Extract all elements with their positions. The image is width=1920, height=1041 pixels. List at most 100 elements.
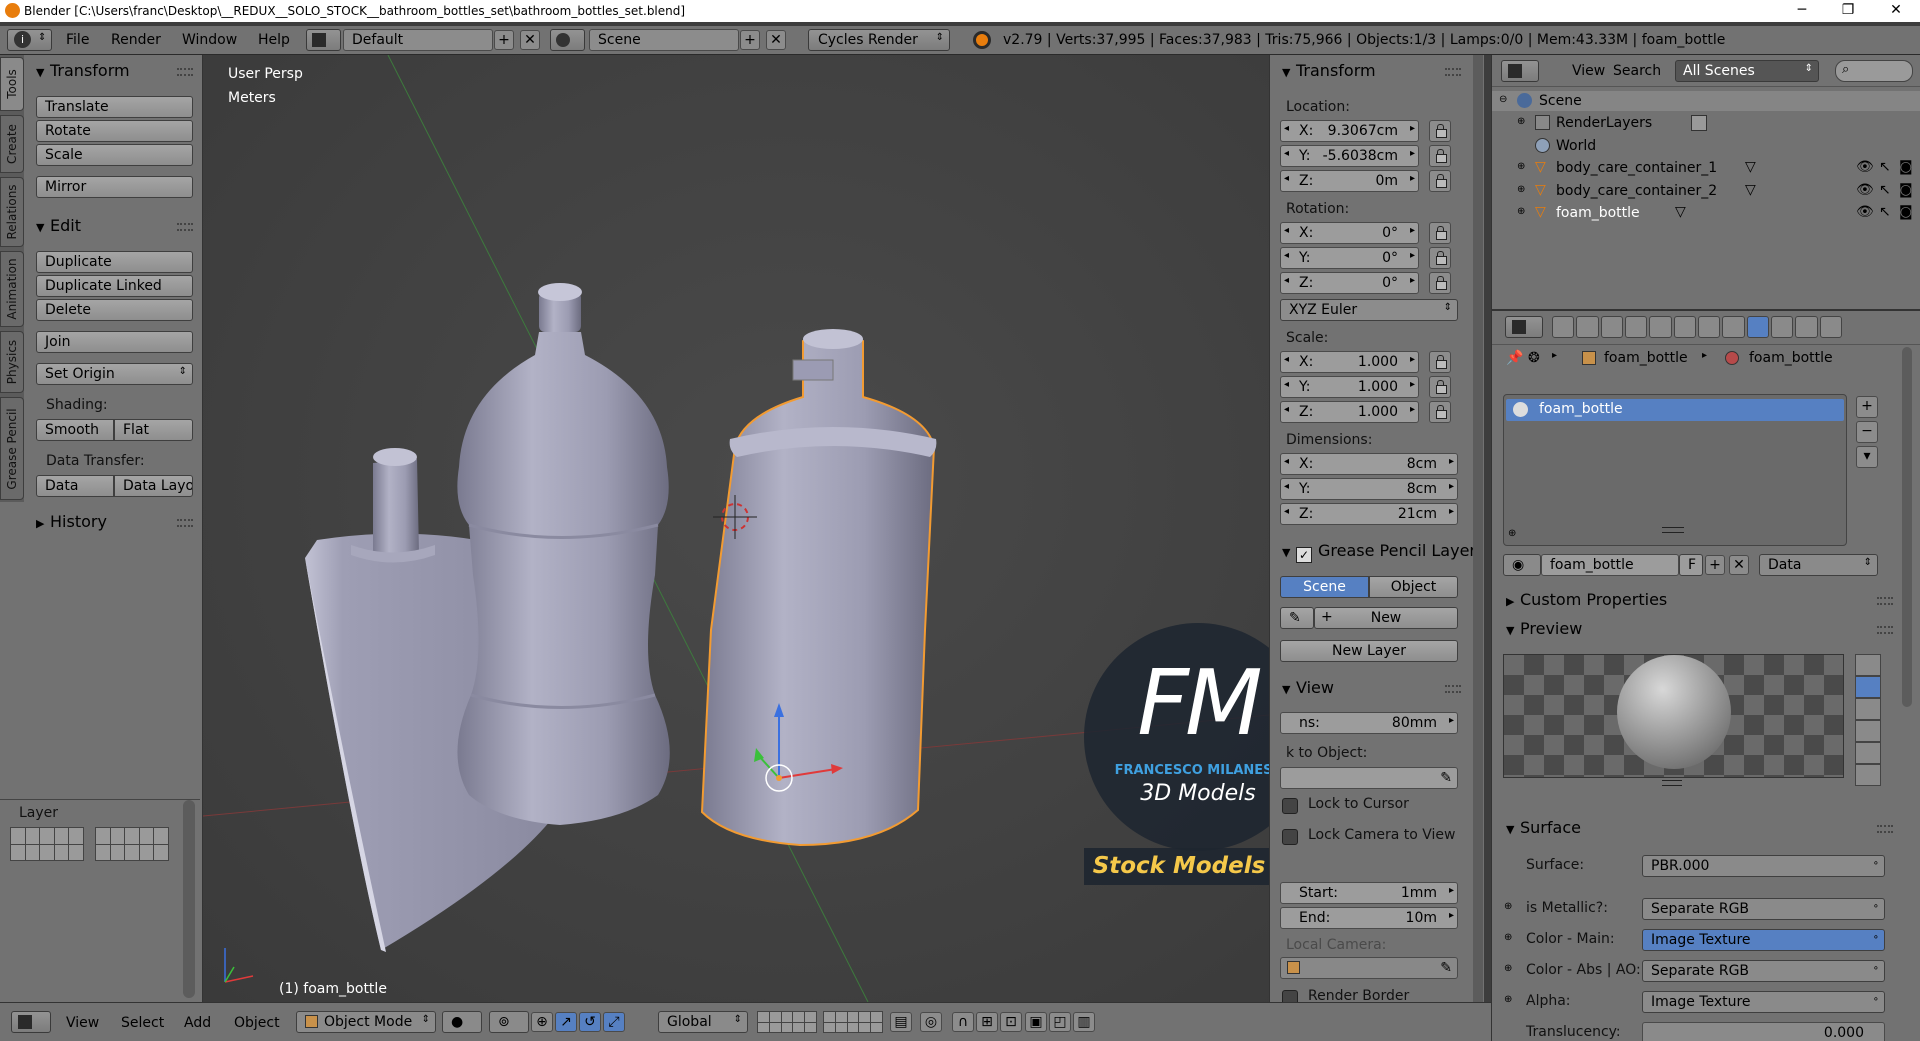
scrollbar[interactable] [1902, 347, 1912, 707]
clip-end-field[interactable]: End: 10m ▸ [1280, 907, 1458, 929]
dimension-y-field[interactable]: ◂ Y: 8cm ▸ [1280, 478, 1458, 500]
expand-toggle-icon[interactable]: ⊕ [1504, 901, 1512, 912]
visibility-eye-icon[interactable]: 👁 [1856, 204, 1874, 220]
add-slot-icon[interactable]: + [1856, 396, 1878, 418]
lock-icon[interactable] [1429, 247, 1451, 269]
tab-physics[interactable]: Physics [0, 331, 24, 393]
preview-hair-icon[interactable] [1855, 742, 1881, 764]
gp-pencil-select[interactable]: ✎ [1280, 607, 1314, 629]
smooth-button[interactable]: Smooth [36, 419, 114, 441]
add-layout-icon[interactable]: + [494, 30, 514, 50]
tab-relations[interactable]: Relations [0, 177, 24, 247]
rotation-mode-select[interactable]: XYZ Euler ⇕ [1280, 299, 1458, 321]
input-link-field[interactable]: Separate RGB ∘ [1642, 898, 1885, 920]
expand-toggle-icon[interactable]: ⊕ [1504, 963, 1512, 974]
menu-window[interactable]: Window [182, 32, 237, 48]
expand-toggle-icon[interactable]: ⊕ [1504, 994, 1512, 1005]
outliner-row-container-2[interactable]: ⊕ ▽ body_care_container_2 ▽ 👁 ↖ ◙ [1492, 181, 1920, 201]
render-camera-icon[interactable]: ◙ [1899, 159, 1913, 175]
mirror-button[interactable]: Mirror [36, 176, 193, 198]
layers-left-group[interactable] [757, 1011, 817, 1033]
3d-viewport[interactable]: User Persp Meters (1) foam_bottle FM FRA… [203, 55, 1269, 1002]
menu-select[interactable]: Select [121, 1015, 164, 1031]
drag-grip-icon[interactable] [177, 223, 193, 231]
pin-icon[interactable]: 📌 [1506, 350, 1523, 366]
duplicate-linked-button[interactable]: Duplicate Linked [36, 275, 193, 297]
input-link-field[interactable]: Image Texture ∘ [1642, 991, 1885, 1013]
lock-icon[interactable] [1429, 376, 1451, 398]
body-care-container-2-mesh[interactable] [457, 283, 670, 825]
remove-scene-icon[interactable]: ✕ [766, 30, 786, 50]
lock-icon[interactable] [1429, 401, 1451, 423]
world-tab-icon[interactable] [1624, 316, 1648, 338]
drag-grip-icon[interactable] [1877, 825, 1893, 833]
material-name-field[interactable]: foam_bottle [1541, 554, 1679, 576]
scale-button[interactable]: Scale [36, 144, 193, 166]
outliner-row-renderlayers[interactable]: ⊕ RenderLayers [1492, 113, 1920, 133]
material-browse-button[interactable]: ◉ [1503, 554, 1541, 576]
proportional-edit-icon[interactable]: ◎ [920, 1012, 942, 1032]
viewport-shading-select[interactable]: ● [442, 1011, 482, 1033]
lock-icon[interactable] [1429, 145, 1451, 167]
selectable-cursor-icon[interactable]: ↖ [1879, 182, 1891, 198]
properties-editor-type-button[interactable] [1505, 316, 1543, 338]
foam-bottle-mesh[interactable] [700, 329, 956, 847]
menu-render[interactable]: Render [111, 32, 161, 48]
input-link-field[interactable]: Separate RGB ∘ [1642, 960, 1885, 982]
remove-slot-icon[interactable]: − [1856, 421, 1878, 443]
outliner-view-menu[interactable]: View [1572, 63, 1605, 79]
expand-toggle-icon[interactable]: ⊕ [1517, 206, 1525, 217]
preview-sphere-icon[interactable] [1855, 676, 1881, 698]
local-camera-field[interactable]: ✎ [1280, 957, 1458, 979]
physics-tab-icon[interactable] [1819, 316, 1842, 338]
gp-new-button[interactable]: + New [1314, 607, 1458, 629]
lock-icon[interactable] [1429, 272, 1451, 294]
translate-manipulator-icon[interactable]: ↗ [555, 1012, 577, 1032]
lock-object-field[interactable]: ✎ [1280, 767, 1458, 789]
scale-z-field[interactable]: ◂ Z: 1.000 ▸ [1280, 401, 1419, 423]
lock-icon[interactable] [1429, 170, 1451, 192]
layer-grid-right[interactable] [95, 827, 169, 861]
n-transform-header[interactable]: ▼ Transform [1282, 61, 1376, 83]
outliner-row-scene[interactable]: ⊖ Scene [1492, 91, 1920, 111]
rotate-manipulator-icon[interactable]: ↺ [579, 1012, 601, 1032]
maximize-icon[interactable]: ❐ [1826, 0, 1870, 22]
pivot-point-select[interactable]: ⊚ [489, 1011, 529, 1033]
delete-button[interactable]: Delete [36, 299, 193, 321]
list-filter-icon[interactable]: ⊕ [1508, 528, 1516, 539]
menu-view[interactable]: View [66, 1015, 99, 1031]
fake-user-button[interactable]: F [1679, 554, 1703, 576]
scene-tab-icon[interactable] [1600, 316, 1623, 338]
gp-scene-button[interactable]: Scene [1280, 576, 1369, 598]
modifiers-tab-icon[interactable] [1697, 316, 1721, 338]
link-mode-select[interactable]: Data ⇕ [1759, 554, 1878, 576]
snap-element-icon[interactable]: ⊞ [976, 1012, 998, 1032]
remove-layout-icon[interactable]: ✕ [520, 30, 540, 50]
drag-grip-icon[interactable] [1445, 68, 1461, 76]
screen-layout-button[interactable] [306, 29, 341, 51]
drag-grip-icon[interactable] [177, 519, 193, 527]
preview-cube-icon[interactable] [1855, 698, 1881, 720]
material-slot-row[interactable]: foam_bottle [1506, 399, 1844, 421]
outliner-search-menu[interactable]: Search [1613, 63, 1661, 79]
location-z-field[interactable]: ◂ Z: 0m ▸ [1280, 170, 1419, 192]
preview-world-icon[interactable] [1855, 764, 1881, 786]
view-section-header[interactable]: ▼ View [1282, 678, 1334, 700]
editor-type-button[interactable]: i ⇕ [7, 29, 52, 51]
tab-animation[interactable]: Animation [0, 251, 24, 327]
object-tab-icon[interactable] [1649, 316, 1672, 338]
dimension-x-field[interactable]: ◂ X: 8cm ▸ [1280, 453, 1458, 475]
expand-toggle-icon[interactable]: ⊖ [1499, 94, 1507, 105]
dimension-z-field[interactable]: ◂ Z: 21cm ▸ [1280, 503, 1458, 525]
close-icon[interactable]: ✕ [1874, 0, 1918, 22]
lock-layers-icon[interactable]: ▤ [890, 1012, 912, 1032]
preview-resize-grip[interactable] [1662, 780, 1682, 786]
layer-grid-left[interactable] [10, 827, 84, 861]
view3d-editor-type-button[interactable] [11, 1011, 51, 1033]
render-preview-icon[interactable]: ▣ [1025, 1012, 1047, 1032]
surface-shader-field[interactable]: PBR.000 ∘ [1642, 855, 1885, 877]
selectable-cursor-icon[interactable]: ↖ [1879, 204, 1891, 220]
lock-camera-checkbox[interactable] [1282, 829, 1298, 845]
menu-help[interactable]: Help [258, 32, 290, 48]
slot-specials-icon[interactable]: ▾ [1856, 446, 1878, 468]
